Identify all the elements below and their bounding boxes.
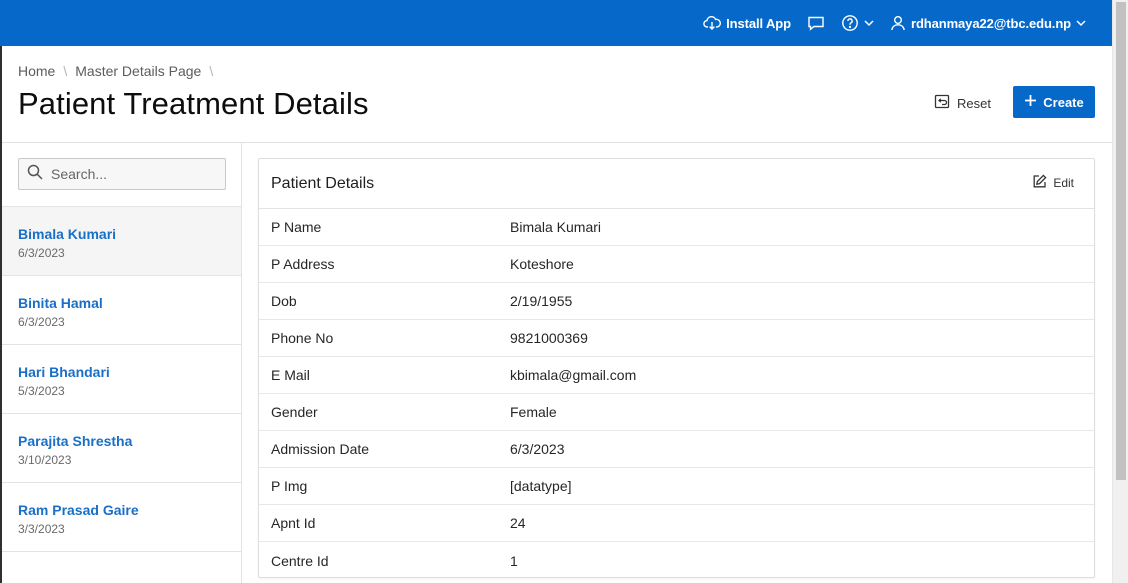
breadcrumb-separator: \ [63, 63, 68, 79]
install-app-button[interactable]: Install App [695, 0, 799, 46]
patient-date: 3/3/2023 [18, 522, 65, 536]
chevron-down-icon [864, 19, 874, 27]
field-label: E Mail [271, 367, 310, 383]
create-button[interactable]: Create [1013, 86, 1095, 118]
patient-name: Parajita Shrestha [18, 433, 133, 449]
cloud-download-icon [703, 15, 722, 31]
patient-date: 5/3/2023 [18, 384, 65, 398]
patient-details-region: Patient Details Edit P Name Bimala Kumar… [258, 158, 1095, 578]
field-value: Koteshore [510, 256, 574, 272]
field-label: Centre Id [271, 552, 329, 569]
list-item[interactable]: Hari Bhandari 5/3/2023 [2, 345, 241, 414]
list-item[interactable]: Binita Hamal 6/3/2023 [2, 276, 241, 345]
field-value: 9821000369 [510, 330, 588, 346]
field-label: P Address [271, 256, 335, 272]
pencil-edit-icon [1032, 174, 1047, 192]
edit-label: Edit [1053, 176, 1074, 190]
question-circle-icon [841, 14, 859, 32]
field-label: P Name [271, 219, 322, 235]
chat-bubble-icon [807, 15, 825, 31]
field-label: Gender [271, 404, 318, 420]
page-title: Patient Treatment Details [18, 86, 369, 121]
breadcrumb: Home \ Master Details Page \ [18, 63, 221, 79]
search-box[interactable] [18, 158, 226, 190]
plus-icon [1024, 94, 1037, 110]
breadcrumb-current-page: Master Details Page [75, 63, 202, 79]
field-value: [datatype] [510, 478, 572, 494]
search-input[interactable] [51, 166, 211, 182]
field-value: 24 [510, 515, 526, 531]
field-value: Female [510, 404, 557, 420]
list-item[interactable]: Bimala Kumari 6/3/2023 [2, 207, 241, 276]
patient-name: Hari Bhandari [18, 364, 110, 380]
detail-row: Apnt Id 24 [259, 505, 1094, 542]
field-value: 1 [510, 552, 518, 569]
install-app-label: Install App [726, 15, 791, 31]
page-header: Home \ Master Details Page \ Patient Tre… [2, 46, 1112, 143]
list-item[interactable]: Ram Prasad Gaire 3/3/2023 [2, 483, 241, 552]
patient-name: Ram Prasad Gaire [18, 502, 139, 518]
reset-icon [934, 94, 950, 112]
user-menu-button[interactable]: rdhanmaya22@tbc.edu.np [882, 0, 1094, 46]
field-label: Phone No [271, 330, 334, 346]
field-value: 6/3/2023 [510, 441, 565, 457]
list-item[interactable]: Parajita Shrestha 3/10/2023 [2, 414, 241, 483]
breadcrumb-home-link[interactable]: Home [18, 63, 55, 79]
patient-details-header: Patient Details Edit [259, 159, 1094, 209]
patient-details-table: P Name Bimala Kumari P Address Koteshore… [259, 209, 1094, 579]
breadcrumb-separator: \ [209, 63, 214, 79]
patient-date: 3/10/2023 [18, 453, 72, 467]
field-label: Apnt Id [271, 515, 316, 531]
patient-list-panel: Bimala Kumari 6/3/2023 Binita Hamal 6/3/… [2, 143, 242, 583]
field-label: Admission Date [271, 441, 370, 457]
help-menu-button[interactable] [833, 0, 882, 46]
top-navigation-bar: Install App rdhanmaya22@tbc.edu.np [0, 0, 1112, 46]
reset-label: Reset [957, 95, 991, 111]
patient-date: 6/3/2023 [18, 246, 65, 260]
patient-name: Binita Hamal [18, 295, 103, 311]
user-email-label: rdhanmaya22@tbc.edu.np [910, 15, 1071, 31]
patient-name: Bimala Kumari [18, 226, 117, 242]
field-value: Bimala Kumari [510, 219, 602, 235]
vertical-scrollbar[interactable] [1112, 0, 1128, 583]
field-label: P Img [271, 478, 308, 494]
detail-row: E Mail kbimala@gmail.com [259, 357, 1094, 394]
user-icon [890, 15, 906, 31]
chevron-down-icon [1076, 19, 1086, 27]
field-label: Dob [271, 293, 297, 309]
detail-row: Centre Id 1 [259, 542, 1094, 579]
detail-row: P Address Koteshore [259, 246, 1094, 283]
feedback-button[interactable] [799, 0, 833, 46]
patient-details-title: Patient Details [271, 175, 375, 192]
search-region [2, 143, 241, 207]
edit-button[interactable]: Edit [1032, 174, 1074, 192]
detail-row: Gender Female [259, 394, 1094, 431]
scrollbar-thumb[interactable] [1116, 2, 1126, 480]
create-label: Create [1043, 94, 1084, 110]
field-value: 2/19/1955 [510, 293, 573, 309]
detail-row: Admission Date 6/3/2023 [259, 431, 1094, 468]
detail-row: P Img [datatype] [259, 468, 1094, 505]
reset-button[interactable]: Reset [926, 88, 999, 118]
field-value: kbimala@gmail.com [510, 367, 637, 383]
search-icon [27, 164, 43, 185]
patient-date: 6/3/2023 [18, 315, 65, 329]
detail-row: Phone No 9821000369 [259, 320, 1094, 357]
detail-row: P Name Bimala Kumari [259, 209, 1094, 246]
detail-row: Dob 2/19/1955 [259, 283, 1094, 320]
app-page: Install App rdhanmaya22@tbc.edu.np Home … [0, 0, 1128, 583]
patient-list: Bimala Kumari 6/3/2023 Binita Hamal 6/3/… [2, 207, 241, 552]
